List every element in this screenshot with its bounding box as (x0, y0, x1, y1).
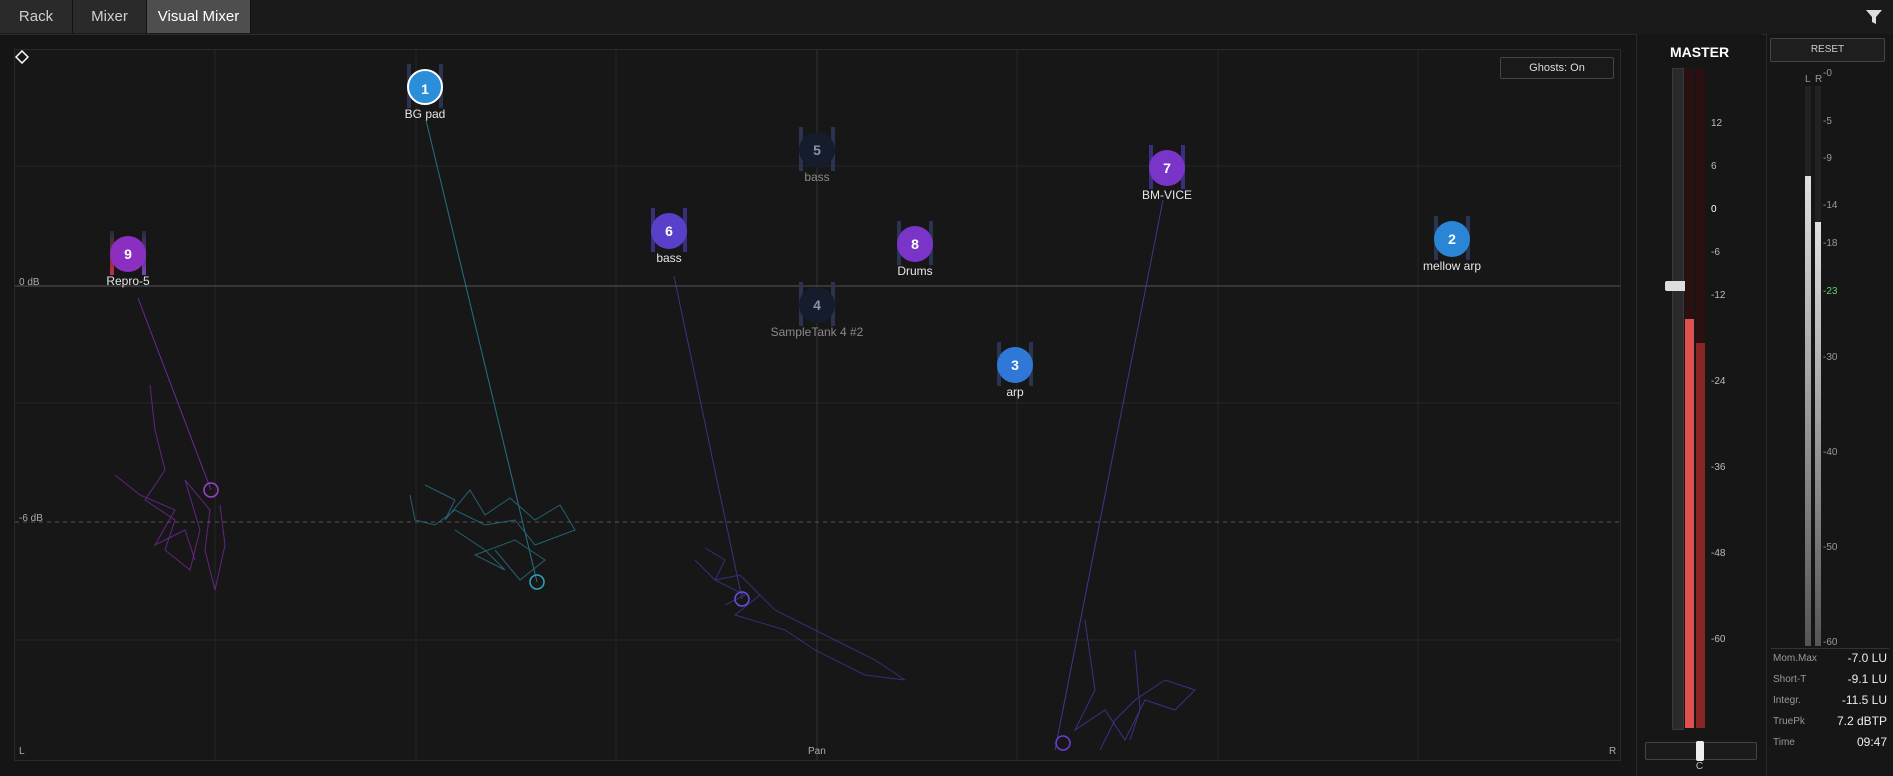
channel-number: 7 (1149, 150, 1185, 186)
channel-name: bass (656, 251, 682, 265)
minus-6-db-label: -6 dB (19, 513, 43, 524)
pan-right-label: R (1609, 746, 1617, 757)
readout-label: TruePk (1773, 716, 1805, 727)
readout-value: -11.5 LU (1841, 693, 1887, 707)
channel-number: 6 (651, 213, 687, 249)
loudness-scale-label: -9 (1823, 153, 1832, 164)
channel-node-5[interactable]: 5 bass (757, 127, 877, 184)
diamond-cursor-icon (15, 50, 29, 64)
loudness-meter-left (1805, 86, 1811, 646)
tab-rack[interactable]: Rack (0, 0, 73, 33)
loudness-channel-right-label: R (1815, 74, 1823, 85)
readout-row: Time 09:47 (1771, 733, 1889, 754)
loudness-readouts: Mom.Max -7.0 LU Short-T -9.1 LU Integr. -11… (1771, 648, 1889, 754)
channel-node-1[interactable]: 1 BG pad (365, 64, 485, 121)
loudness-scale-label: -40 (1823, 447, 1838, 458)
channel-name: Repro-5 (106, 274, 150, 288)
master-pan-slider[interactable] (1645, 741, 1757, 761)
master-meter-left (1685, 68, 1694, 728)
master-scale-label: -48 (1711, 548, 1726, 559)
readout-value: -7.0 LU (1847, 651, 1887, 665)
filter-icon[interactable] (1865, 8, 1883, 26)
master-meter-right (1696, 68, 1705, 728)
master-scale-label: -36 (1711, 462, 1726, 473)
pan-left-label: L (19, 746, 25, 757)
channel-name: mellow arp (1422, 259, 1482, 273)
loudness-scale-label: -0 (1823, 68, 1832, 79)
loudness-scale-label: -18 (1823, 238, 1838, 249)
master-pan-handle[interactable] (1696, 741, 1704, 761)
readout-label: Integr. (1773, 695, 1801, 706)
channel-number: 8 (897, 226, 933, 262)
channel-number: 1 (407, 69, 443, 105)
channel-node-9[interactable]: 9 Repro-5 (68, 231, 188, 288)
readout-value: 7.2 dBTP (1836, 714, 1887, 728)
channel-number: 9 (110, 236, 146, 272)
master-section: MASTER 12 6 0 -6 -12 -24 -36 -48 -60 C (1636, 34, 1762, 776)
loudness-meter-right-fill (1815, 222, 1821, 646)
loudness-target-label: -23 (1823, 286, 1838, 297)
reset-button[interactable]: RESET (1770, 38, 1885, 62)
zero-db-label: 0 dB (19, 277, 40, 288)
loudness-channel-left-label: L (1805, 74, 1811, 85)
master-scale-label: -12 (1711, 290, 1726, 301)
channel-node-6[interactable]: 6 bass (609, 208, 729, 265)
channel-node-7[interactable]: 7 BM-VICE (1107, 145, 1227, 202)
loudness-meter-left-fill (1805, 176, 1811, 646)
channel-number: 5 (799, 132, 835, 168)
readout-value: -9.1 LU (1847, 672, 1887, 686)
channel-number: 3 (997, 347, 1033, 383)
channel-name: Drums (897, 264, 933, 278)
readout-row: Mom.Max -7.0 LU (1771, 649, 1889, 670)
master-pan-label: C (1695, 761, 1704, 772)
master-scale-label: -6 (1711, 247, 1720, 258)
master-meter-right-fill (1696, 343, 1705, 728)
channel-name: bass (804, 170, 830, 184)
tab-mixer[interactable]: Mixer (73, 0, 147, 33)
readout-label: Mom.Max (1773, 653, 1817, 664)
loudness-meter-right (1815, 86, 1821, 646)
loudness-scale-label: -60 (1823, 637, 1838, 648)
channel-name: arp (1006, 385, 1024, 399)
channel-name: BM-VICE (1141, 188, 1192, 202)
channel-node-2[interactable]: 2 mellow arp (1392, 216, 1512, 273)
master-title: MASTER (1669, 44, 1730, 60)
readout-value: 09:47 (1856, 735, 1887, 749)
master-scale-label: 0 (1711, 204, 1717, 215)
loudness-scale-label: -14 (1823, 200, 1838, 211)
channel-node-8[interactable]: 8 Drums (855, 221, 975, 278)
loudness-scale-label: -30 (1823, 352, 1838, 363)
pan-axis-label: Pan (808, 746, 826, 757)
loudness-scale-label: -5 (1823, 116, 1832, 127)
loudness-section: RESET L R -0 -5 -9 -14 -18 -23 -30 -40 -… (1766, 34, 1893, 776)
master-fader-track[interactable] (1672, 68, 1684, 730)
readout-label: Time (1773, 737, 1795, 748)
channel-number: 2 (1434, 221, 1470, 257)
tab-visual-mixer[interactable]: Visual Mixer (147, 0, 251, 33)
ghosts-toggle-button[interactable]: Ghosts: On (1500, 57, 1614, 79)
master-scale-label: 12 (1711, 118, 1723, 129)
master-scale-label: -60 (1711, 634, 1726, 645)
channel-name: SampleTank 4 #2 (770, 325, 864, 339)
channel-name: BG pad (404, 107, 446, 121)
top-bar: Rack Mixer Visual Mixer (0, 0, 1893, 35)
channel-number: 4 (799, 287, 835, 323)
readout-row: TruePk 7.2 dBTP (1771, 712, 1889, 733)
master-scale-label: -24 (1711, 376, 1726, 387)
readout-row: Short-T -9.1 LU (1771, 670, 1889, 691)
channel-node-4[interactable]: 4 SampleTank 4 #2 (757, 282, 877, 339)
channel-node-3[interactable]: 3 arp (955, 342, 1075, 399)
master-scale-label: 6 (1711, 161, 1717, 172)
readout-row: Integr. -11.5 LU (1771, 691, 1889, 712)
visual-mixer-stage[interactable]: Ghosts: On 0 dB -6 dB L Pan R 1 BG pad 2… (14, 49, 1621, 761)
readout-label: Short-T (1773, 674, 1807, 685)
master-meter-left-fill (1685, 318, 1694, 728)
loudness-scale-label: -50 (1823, 542, 1838, 553)
